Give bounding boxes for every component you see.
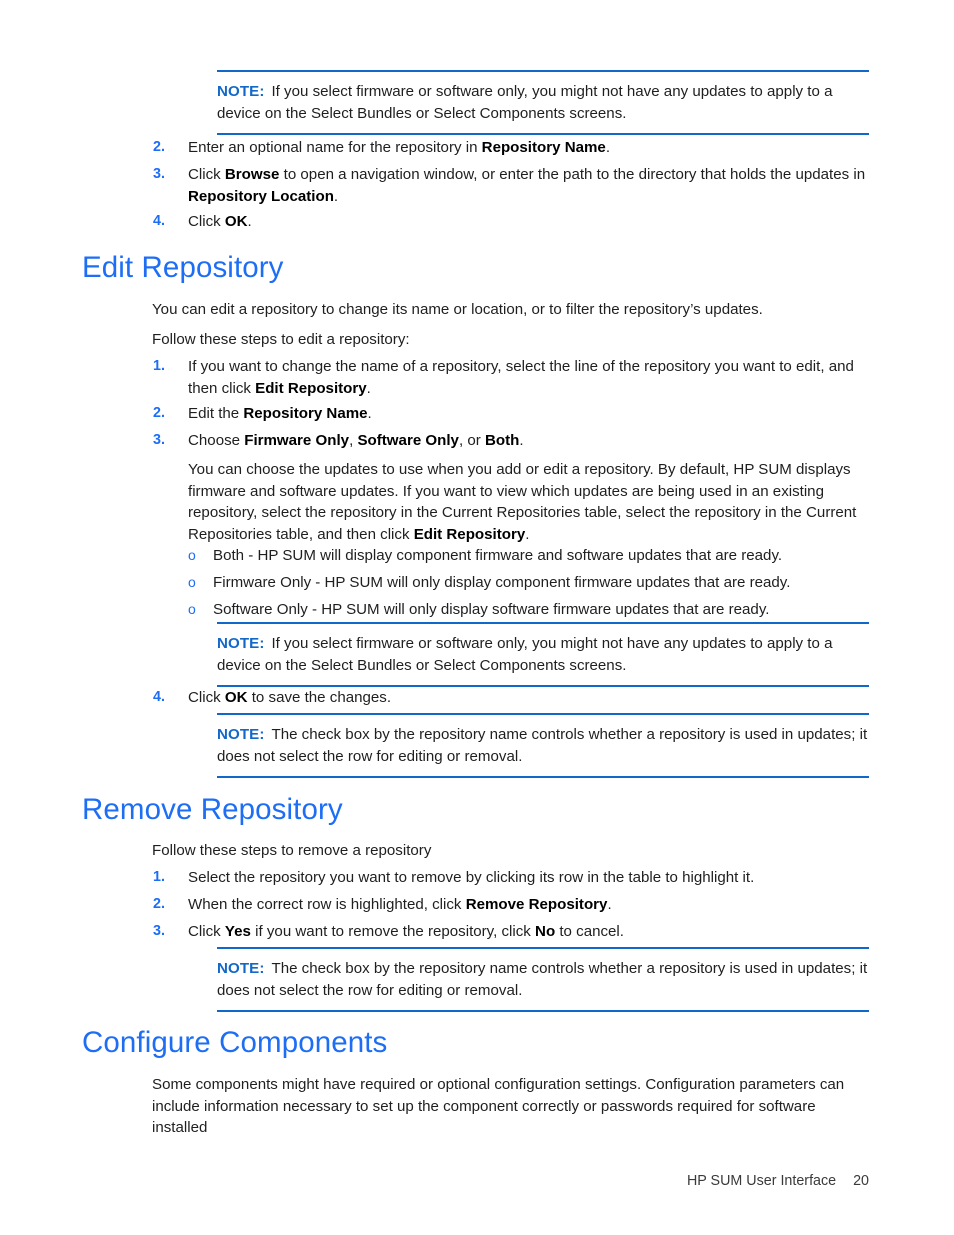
list-marker: 3. bbox=[153, 166, 165, 182]
list-item: 4. Click OK. bbox=[153, 211, 873, 233]
list-item: 2. Edit the Repository Name. bbox=[153, 403, 873, 425]
note-box-firmware: NOTE: If you select firmware or software … bbox=[217, 622, 869, 687]
footer-page-number: 20 bbox=[853, 1173, 869, 1189]
section-heading-remove-repository: Remove Repository bbox=[82, 793, 343, 826]
note-label: NOTE: bbox=[217, 635, 265, 652]
footer-title: HP SUM User Interface bbox=[686, 1173, 837, 1189]
list-marker: 1. bbox=[153, 358, 165, 374]
note-box-checkbox-remove: NOTE: The check box by the repository nam… bbox=[217, 947, 869, 1012]
edit-repository-intro-2: Follow these steps to edit a repository: bbox=[152, 331, 410, 348]
list-item: 2. Enter an optional name for the reposi… bbox=[153, 137, 873, 159]
list-marker: o bbox=[188, 574, 196, 590]
list-marker: 1. bbox=[153, 869, 165, 885]
list-marker: o bbox=[188, 547, 196, 563]
list-marker: 2. bbox=[153, 896, 165, 912]
list-item-text: Click Browse to open a navigation window… bbox=[188, 166, 866, 205]
note-box-top: NOTE: If you select firmware or software … bbox=[217, 70, 869, 135]
list-marker: 2. bbox=[153, 139, 165, 155]
note-text: The check box by the repository name con… bbox=[217, 960, 868, 999]
list-marker: 4. bbox=[153, 213, 165, 229]
list-item: 4. Click OK to save the changes. bbox=[153, 687, 873, 709]
list-item-text: Choose Firmware Only, Software Only, or … bbox=[188, 432, 524, 449]
note-label: NOTE: bbox=[217, 960, 265, 977]
note-label: NOTE: bbox=[217, 83, 265, 100]
note-text: If you select firmware or software only,… bbox=[217, 635, 833, 674]
note-text: The check box by the repository name con… bbox=[217, 726, 868, 765]
list-marker: o bbox=[188, 601, 196, 617]
list-item-text: When the correct row is highlighted, cli… bbox=[188, 896, 612, 913]
note-content: NOTE: If you select firmware or software … bbox=[217, 72, 869, 133]
list-item-text: If you want to change the name of a repo… bbox=[188, 358, 854, 397]
list-marker: 2. bbox=[153, 405, 165, 421]
list-marker: 3. bbox=[153, 432, 165, 448]
list-item-text: Click OK. bbox=[188, 213, 252, 230]
list-item: o Software Only - HP SUM will only displ… bbox=[188, 599, 888, 621]
list-item-text: Firmware Only - HP SUM will only display… bbox=[213, 574, 791, 591]
list-item-text: Software Only - HP SUM will only display… bbox=[213, 601, 770, 618]
list-item-text: Enter an optional name for the repositor… bbox=[188, 139, 611, 156]
note-content: NOTE: The check box by the repository nam… bbox=[217, 715, 869, 776]
list-item: 2. When the correct row is highlighted, … bbox=[153, 894, 873, 916]
note-text: If you select firmware or software only,… bbox=[217, 83, 833, 122]
section-heading-edit-repository: Edit Repository bbox=[82, 251, 284, 284]
remove-repository-intro: Follow these steps to remove a repositor… bbox=[152, 842, 432, 859]
list-marker: 3. bbox=[153, 923, 165, 939]
document-page: NOTE: If you select firmware or software … bbox=[0, 0, 954, 1235]
list-item: 3. Choose Firmware Only, Software Only, … bbox=[153, 430, 873, 452]
list-item: 3. Click Browse to open a navigation win… bbox=[153, 164, 873, 207]
section-heading-configure-components: Configure Components bbox=[82, 1026, 388, 1059]
list-item: 1. Select the repository you want to rem… bbox=[153, 867, 873, 889]
list-item-text: Both - HP SUM will display component fir… bbox=[213, 547, 783, 564]
list-item-text: Click Yes if you want to remove the repo… bbox=[188, 923, 624, 940]
note-content: NOTE: The check box by the repository nam… bbox=[217, 949, 869, 1010]
edit-repository-intro-1: You can edit a repository to change its … bbox=[152, 301, 763, 318]
list-item-text: Select the repository you want to remove… bbox=[188, 869, 755, 886]
list-item: o Both - HP SUM will display component f… bbox=[188, 545, 888, 567]
list-item: o Firmware Only - HP SUM will only displ… bbox=[188, 572, 888, 594]
list-item-text: Click OK to save the changes. bbox=[188, 689, 392, 706]
note-box-checkbox-edit: NOTE: The check box by the repository nam… bbox=[217, 713, 869, 778]
note-content: NOTE: If you select firmware or software … bbox=[217, 624, 869, 685]
list-item: 3. Click Yes if you want to remove the r… bbox=[153, 921, 873, 943]
configure-components-body: Some components might have required or o… bbox=[152, 1076, 845, 1136]
list-marker: 4. bbox=[153, 689, 165, 705]
list-item-text: Edit the Repository Name. bbox=[188, 405, 372, 422]
list-item: 1. If you want to change the name of a r… bbox=[153, 356, 873, 399]
edit-repository-explanation: You can choose the updates to use when y… bbox=[188, 461, 857, 543]
page-footer: HP SUM User Interface 20 bbox=[0, 1173, 954, 1189]
note-label: NOTE: bbox=[217, 726, 265, 743]
